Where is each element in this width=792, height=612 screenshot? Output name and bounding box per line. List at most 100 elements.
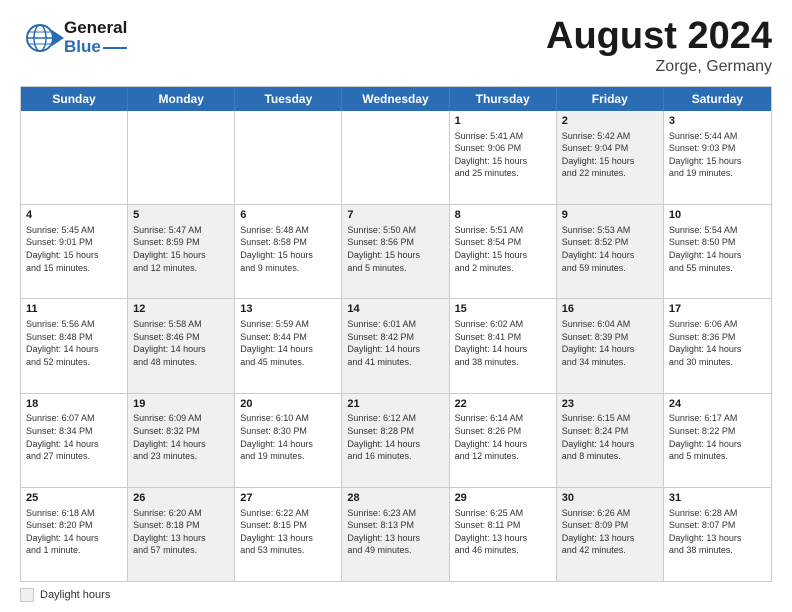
calendar-title: August 2024 xyxy=(546,16,772,58)
day-number: 5 xyxy=(133,208,229,223)
title-block: August 2024 Zorge, Germany xyxy=(546,16,772,76)
calendar-cell: 19Sunrise: 6:09 AM Sunset: 8:32 PM Dayli… xyxy=(128,394,235,487)
day-number: 22 xyxy=(455,397,551,412)
day-info: Sunrise: 6:28 AM Sunset: 8:07 PM Dayligh… xyxy=(669,507,766,557)
day-info: Sunrise: 6:23 AM Sunset: 8:13 PM Dayligh… xyxy=(347,507,443,557)
day-number: 7 xyxy=(347,208,443,223)
calendar-row-4: 18Sunrise: 6:07 AM Sunset: 8:34 PM Dayli… xyxy=(21,393,771,487)
day-info: Sunrise: 5:58 AM Sunset: 8:46 PM Dayligh… xyxy=(133,318,229,368)
legend-box xyxy=(20,588,34,602)
calendar-cell: 14Sunrise: 6:01 AM Sunset: 8:42 PM Dayli… xyxy=(342,299,449,392)
day-number: 27 xyxy=(240,491,336,506)
calendar-cell: 30Sunrise: 6:26 AM Sunset: 8:09 PM Dayli… xyxy=(557,488,664,581)
calendar-cell: 31Sunrise: 6:28 AM Sunset: 8:07 PM Dayli… xyxy=(664,488,771,581)
calendar-cell: 6Sunrise: 5:48 AM Sunset: 8:58 PM Daylig… xyxy=(235,205,342,298)
day-info: Sunrise: 6:26 AM Sunset: 8:09 PM Dayligh… xyxy=(562,507,658,557)
day-number: 17 xyxy=(669,302,766,317)
day-number: 20 xyxy=(240,397,336,412)
calendar-cell xyxy=(235,111,342,204)
day-info: Sunrise: 5:50 AM Sunset: 8:56 PM Dayligh… xyxy=(347,224,443,274)
day-number: 18 xyxy=(26,397,122,412)
day-number: 4 xyxy=(26,208,122,223)
day-info: Sunrise: 6:10 AM Sunset: 8:30 PM Dayligh… xyxy=(240,412,336,462)
calendar-cell: 4Sunrise: 5:45 AM Sunset: 9:01 PM Daylig… xyxy=(21,205,128,298)
day-info: Sunrise: 5:44 AM Sunset: 9:03 PM Dayligh… xyxy=(669,130,766,180)
calendar-cell: 13Sunrise: 5:59 AM Sunset: 8:44 PM Dayli… xyxy=(235,299,342,392)
calendar-cell: 3Sunrise: 5:44 AM Sunset: 9:03 PM Daylig… xyxy=(664,111,771,204)
day-info: Sunrise: 6:12 AM Sunset: 8:28 PM Dayligh… xyxy=(347,412,443,462)
day-number: 29 xyxy=(455,491,551,506)
legend-label: Daylight hours xyxy=(40,589,110,601)
calendar: SundayMondayTuesdayWednesdayThursdayFrid… xyxy=(20,86,772,582)
calendar-row-1: 1Sunrise: 5:41 AM Sunset: 9:06 PM Daylig… xyxy=(21,111,771,204)
calendar-cell: 27Sunrise: 6:22 AM Sunset: 8:15 PM Dayli… xyxy=(235,488,342,581)
day-number: 28 xyxy=(347,491,443,506)
day-info: Sunrise: 6:01 AM Sunset: 8:42 PM Dayligh… xyxy=(347,318,443,368)
day-info: Sunrise: 5:47 AM Sunset: 8:59 PM Dayligh… xyxy=(133,224,229,274)
day-info: Sunrise: 5:51 AM Sunset: 8:54 PM Dayligh… xyxy=(455,224,551,274)
calendar-cell: 2Sunrise: 5:42 AM Sunset: 9:04 PM Daylig… xyxy=(557,111,664,204)
day-number: 12 xyxy=(133,302,229,317)
day-number: 21 xyxy=(347,397,443,412)
header-day-sunday: Sunday xyxy=(21,87,128,111)
legend: Daylight hours xyxy=(20,588,772,602)
day-number: 14 xyxy=(347,302,443,317)
calendar-cell xyxy=(128,111,235,204)
header: General Blue August 2024 Zorge, Germany xyxy=(20,16,772,76)
day-info: Sunrise: 6:02 AM Sunset: 8:41 PM Dayligh… xyxy=(455,318,551,368)
day-info: Sunrise: 5:54 AM Sunset: 8:50 PM Dayligh… xyxy=(669,224,766,274)
day-info: Sunrise: 6:17 AM Sunset: 8:22 PM Dayligh… xyxy=(669,412,766,462)
day-number: 31 xyxy=(669,491,766,506)
day-info: Sunrise: 5:53 AM Sunset: 8:52 PM Dayligh… xyxy=(562,224,658,274)
day-info: Sunrise: 6:20 AM Sunset: 8:18 PM Dayligh… xyxy=(133,507,229,557)
calendar-cell: 11Sunrise: 5:56 AM Sunset: 8:48 PM Dayli… xyxy=(21,299,128,392)
calendar-cell: 9Sunrise: 5:53 AM Sunset: 8:52 PM Daylig… xyxy=(557,205,664,298)
calendar-cell: 12Sunrise: 5:58 AM Sunset: 8:46 PM Dayli… xyxy=(128,299,235,392)
calendar-cell: 15Sunrise: 6:02 AM Sunset: 8:41 PM Dayli… xyxy=(450,299,557,392)
header-day-thursday: Thursday xyxy=(450,87,557,111)
day-info: Sunrise: 5:59 AM Sunset: 8:44 PM Dayligh… xyxy=(240,318,336,368)
day-number: 16 xyxy=(562,302,658,317)
calendar-cell: 28Sunrise: 6:23 AM Sunset: 8:13 PM Dayli… xyxy=(342,488,449,581)
page: General Blue August 2024 Zorge, Germany … xyxy=(0,0,792,612)
logo-text: General Blue xyxy=(64,19,127,56)
day-number: 23 xyxy=(562,397,658,412)
calendar-subtitle: Zorge, Germany xyxy=(546,58,772,76)
day-number: 19 xyxy=(133,397,229,412)
calendar-cell: 23Sunrise: 6:15 AM Sunset: 8:24 PM Dayli… xyxy=(557,394,664,487)
logo-icon xyxy=(20,16,64,60)
day-number: 30 xyxy=(562,491,658,506)
calendar-row-3: 11Sunrise: 5:56 AM Sunset: 8:48 PM Dayli… xyxy=(21,298,771,392)
header-day-tuesday: Tuesday xyxy=(235,87,342,111)
calendar-cell: 21Sunrise: 6:12 AM Sunset: 8:28 PM Dayli… xyxy=(342,394,449,487)
day-number: 10 xyxy=(669,208,766,223)
calendar-cell: 16Sunrise: 6:04 AM Sunset: 8:39 PM Dayli… xyxy=(557,299,664,392)
header-day-wednesday: Wednesday xyxy=(342,87,449,111)
header-day-monday: Monday xyxy=(128,87,235,111)
calendar-cell: 18Sunrise: 6:07 AM Sunset: 8:34 PM Dayli… xyxy=(21,394,128,487)
day-info: Sunrise: 6:15 AM Sunset: 8:24 PM Dayligh… xyxy=(562,412,658,462)
day-info: Sunrise: 6:09 AM Sunset: 8:32 PM Dayligh… xyxy=(133,412,229,462)
day-info: Sunrise: 5:45 AM Sunset: 9:01 PM Dayligh… xyxy=(26,224,122,274)
day-info: Sunrise: 5:42 AM Sunset: 9:04 PM Dayligh… xyxy=(562,130,658,180)
logo: General Blue xyxy=(20,16,127,60)
calendar-cell: 10Sunrise: 5:54 AM Sunset: 8:50 PM Dayli… xyxy=(664,205,771,298)
day-number: 3 xyxy=(669,114,766,129)
calendar-row-5: 25Sunrise: 6:18 AM Sunset: 8:20 PM Dayli… xyxy=(21,487,771,581)
day-number: 25 xyxy=(26,491,122,506)
logo-general-text: General xyxy=(64,19,127,38)
calendar-cell: 25Sunrise: 6:18 AM Sunset: 8:20 PM Dayli… xyxy=(21,488,128,581)
day-info: Sunrise: 6:04 AM Sunset: 8:39 PM Dayligh… xyxy=(562,318,658,368)
calendar-cell: 29Sunrise: 6:25 AM Sunset: 8:11 PM Dayli… xyxy=(450,488,557,581)
calendar-cell: 20Sunrise: 6:10 AM Sunset: 8:30 PM Dayli… xyxy=(235,394,342,487)
day-number: 15 xyxy=(455,302,551,317)
calendar-cell: 1Sunrise: 5:41 AM Sunset: 9:06 PM Daylig… xyxy=(450,111,557,204)
day-number: 8 xyxy=(455,208,551,223)
calendar-cell: 24Sunrise: 6:17 AM Sunset: 8:22 PM Dayli… xyxy=(664,394,771,487)
calendar-cell: 8Sunrise: 5:51 AM Sunset: 8:54 PM Daylig… xyxy=(450,205,557,298)
day-number: 26 xyxy=(133,491,229,506)
calendar-cell xyxy=(21,111,128,204)
calendar-cell: 5Sunrise: 5:47 AM Sunset: 8:59 PM Daylig… xyxy=(128,205,235,298)
calendar-header: SundayMondayTuesdayWednesdayThursdayFrid… xyxy=(21,87,771,111)
day-info: Sunrise: 6:25 AM Sunset: 8:11 PM Dayligh… xyxy=(455,507,551,557)
